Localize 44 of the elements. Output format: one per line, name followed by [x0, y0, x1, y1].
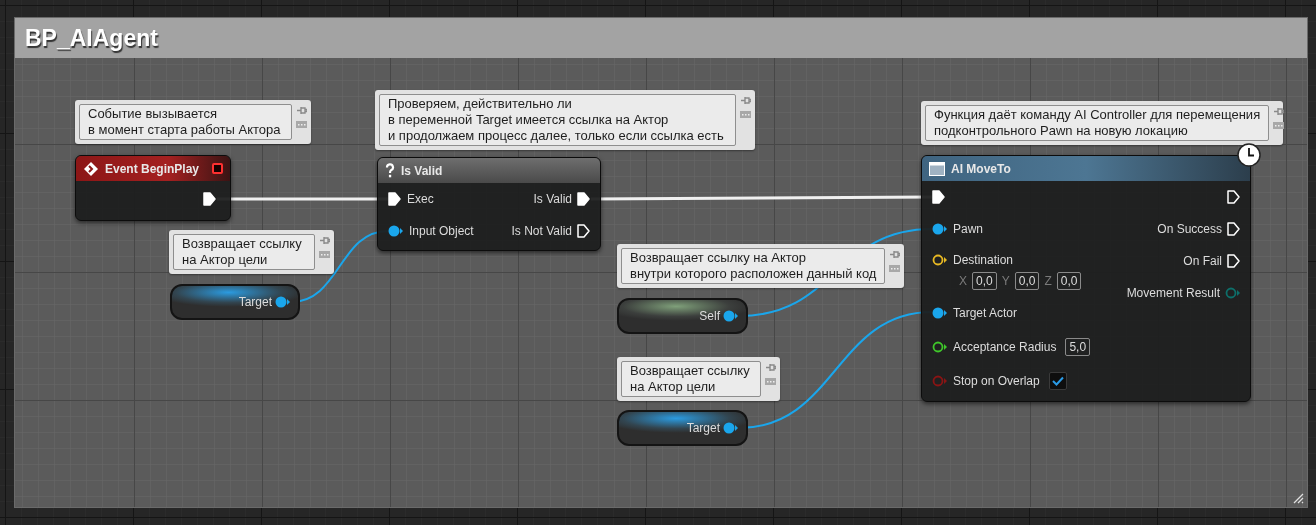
pin-label: Is Valid [533, 191, 572, 208]
node-title: Is Valid [401, 162, 444, 180]
pin-label: Target Actor [953, 305, 1018, 322]
pin-label: Acceptance Radius [953, 339, 1057, 356]
graph-node[interactable]: AI MoveTo Pawn Destination X 0,0 Y 0,0 Z 0,0 Target Actor Acceptance Radius 5,0 Stop on Overlap On Success On Fail Movement Result [921, 155, 1251, 402]
pin-label: On Success [1157, 221, 1222, 238]
axis-label: Y [1001, 273, 1010, 290]
comment-bubble[interactable]: Возвращает ссылку на Актор цели [169, 230, 334, 274]
number-field[interactable]: 0,0 [972, 272, 997, 290]
node-title: AI MoveTo [951, 160, 1012, 178]
variable-node[interactable]: Self [617, 298, 748, 334]
number-field[interactable]: 0,0 [1014, 272, 1040, 290]
pin-label: Self [699, 308, 720, 325]
graph-node[interactable]: Is Valid Exec Input Object Is Valid Is Not Valid [377, 157, 601, 251]
variable-node[interactable]: Target [617, 410, 748, 446]
comment-bubble[interactable]: Проверяем, действительно ли в переменной Target имеется ссылка на Актор и продолжаем процесс далее, только если ссылка есть [375, 90, 755, 150]
graph-node[interactable]: Event BeginPlay [75, 155, 231, 221]
axis-label: Z [1044, 273, 1052, 290]
comment-text: Возвращает ссылку на Актор внутри которого расположен данный код [621, 248, 886, 284]
comment-bubble[interactable]: Возвращает ссылку на Актор цели [617, 357, 780, 401]
comment-text: Событие вызывается в момент старта работы Актора [79, 104, 292, 140]
pin-label: Target [238, 294, 272, 311]
comment-bubble[interactable]: Возвращает ссылку на Актор внутри которого расположен данный код [617, 244, 904, 288]
comment-text: Функция даёт команду AI Controller для перемещения подконтрольного Pawn на новую локацию [925, 105, 1270, 141]
comment-title: BP_AIAgent [25, 26, 158, 50]
comment-text: Возвращает ссылку на Актор цели [173, 234, 315, 270]
comment-text: Возвращает ссылку на Актор цели [621, 361, 761, 397]
comment-bubble[interactable]: Функция даёт команду AI Controller для перемещения подконтрольного Pawn на новую локацию [921, 101, 1283, 145]
pin-label: On Fail [1183, 253, 1222, 270]
pin-label: Target [686, 420, 720, 437]
comment-bubble[interactable]: Событие вызывается в момент старта работы Актора [75, 100, 311, 144]
pin-label: Destination [953, 252, 1014, 269]
number-field[interactable]: 0,0 [1056, 272, 1082, 290]
pin-label: Stop on Overlap [953, 373, 1040, 390]
variable-node[interactable]: Target [170, 284, 300, 320]
pin-label: Is Not Valid [511, 223, 572, 240]
pin-label: Pawn [953, 221, 984, 238]
comment-text: Проверяем, действительно ли в переменной Target имеется ссылка на Актор и продолжаем процесс далее, только если ссылка есть [379, 94, 736, 146]
node-title: Event BeginPlay [105, 160, 201, 178]
pin-label: Exec [407, 191, 434, 208]
axis-label: X [959, 273, 967, 290]
number-field[interactable]: 5,0 [1065, 338, 1091, 356]
pin-label: Movement Result [1126, 285, 1220, 302]
pin-label: Input Object [409, 223, 474, 240]
